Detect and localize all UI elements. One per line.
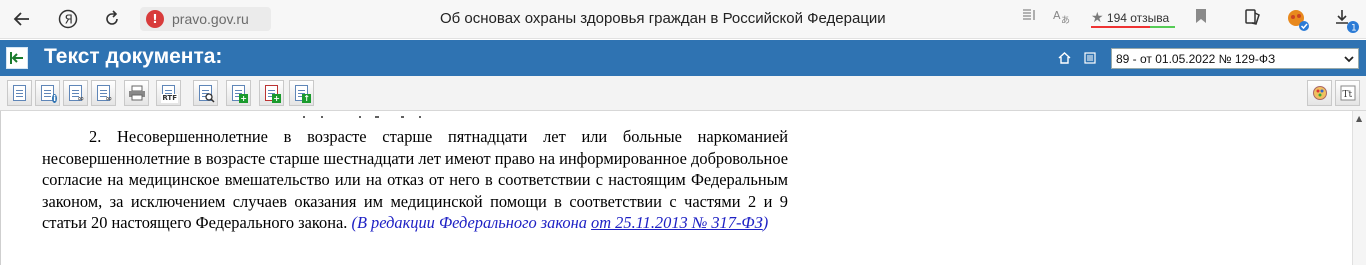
yandex-logo-icon[interactable]: Я (56, 7, 80, 31)
add-bookmark-icon[interactable]: + (259, 80, 284, 106)
svg-text:あ: あ (1061, 15, 1070, 24)
color-scheme-icon[interactable] (1307, 80, 1332, 106)
star-icon: ★ (1091, 9, 1104, 25)
bookmark-icon[interactable] (1195, 8, 1207, 28)
reload-icon[interactable] (100, 7, 124, 31)
browser-toolbar: Я ! pravo.gov.ru Об основах охраны здоро… (0, 0, 1366, 39)
add-to-folder-icon[interactable]: + (226, 80, 251, 106)
document-header: Текст документа: 89 - от 01.05.2022 № 12… (0, 40, 1366, 76)
collections-icon[interactable] (1244, 8, 1262, 30)
address-bar[interactable]: ! pravo.gov.ru (140, 7, 271, 31)
amendment-link[interactable]: от 25.11.2013 № 317-ФЗ (591, 213, 763, 232)
document-content: 2. Несовершеннолетние в возрасте старше … (0, 111, 1352, 265)
back-arrow-icon[interactable] (10, 7, 34, 31)
scroll-up-icon[interactable]: ▲ (1356, 114, 1362, 123)
add-to-collection-icon[interactable]: ↑ (289, 80, 314, 106)
versions-list-icon[interactable] (1084, 52, 1097, 68)
document-info-icon[interactable]: i (35, 80, 60, 106)
document-text-icon[interactable] (7, 80, 32, 106)
chevron-down-icon (1344, 52, 1354, 66)
svg-text:1: 1 (1351, 24, 1357, 34)
version-select[interactable]: 89 - от 01.05.2022 № 129-ФЗ (1111, 48, 1359, 69)
font-size-icon[interactable]: Tt (1335, 80, 1360, 106)
document-related-icon[interactable]: ∞ (91, 80, 116, 106)
extension-icon[interactable] (1286, 8, 1310, 36)
previous-line-fragment (301, 105, 441, 123)
reviews-count: 194 отзыва (1106, 11, 1170, 25)
reader-mode-icon[interactable] (1022, 8, 1038, 26)
home-icon[interactable] (1058, 52, 1071, 68)
url-text: pravo.gov.ru (172, 11, 249, 27)
collapse-panel-button[interactable] (6, 47, 28, 69)
export-rtf-icon[interactable]: RTF (156, 80, 181, 106)
tab-title: Об основах охраны здоровья граждан в Рос… (440, 10, 886, 27)
svg-text:Tt: Tt (1342, 90, 1352, 100)
insecure-warning-icon[interactable]: ! (146, 10, 164, 28)
vertical-scrollbar[interactable]: ▲ (1352, 111, 1366, 265)
translate-icon[interactable]: Aあ (1053, 8, 1071, 28)
svg-text:Я: Я (65, 13, 73, 27)
version-select-value: 89 - от 01.05.2022 № 129-ФЗ (1116, 51, 1276, 66)
document-title: Текст документа: (44, 45, 223, 68)
reviews-rating-bar (1091, 26, 1175, 28)
print-icon[interactable] (124, 80, 149, 106)
svg-text:A: A (1053, 9, 1061, 22)
downloads-icon[interactable]: 1 (1334, 8, 1360, 38)
law-paragraph: 2. Несовершеннолетние в возрасте старше … (42, 126, 788, 234)
document-links-icon[interactable]: ∞ (63, 80, 88, 106)
document-toolbar: i ∞ ∞ RTF + + ↑ Tt (0, 76, 1366, 111)
edit-note: (В редакции Федерального закона от 25.11… (351, 213, 769, 233)
reviews-widget[interactable]: ★ 194 отзыва (1091, 9, 1169, 26)
search-in-document-icon[interactable] (193, 80, 218, 106)
